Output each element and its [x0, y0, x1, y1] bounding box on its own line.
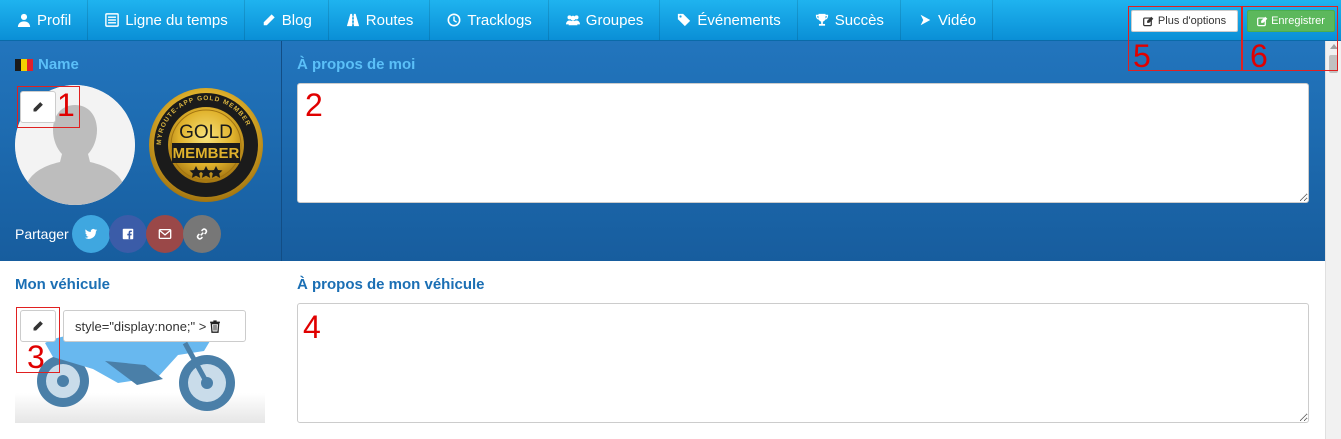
- share-twitter-button[interactable]: [71, 215, 110, 253]
- envelope-icon: [158, 227, 172, 241]
- list-icon: [104, 12, 120, 28]
- annotation-number: 4: [303, 309, 321, 345]
- about-vehicle-textarea[interactable]: [297, 303, 1309, 423]
- profile-name-heading: Name: [15, 56, 79, 73]
- edit-square-icon: [1257, 16, 1268, 27]
- save-button[interactable]: Enregistrer: [1247, 10, 1335, 32]
- pencil-icon: [261, 12, 277, 28]
- annotation-number: 5: [1133, 38, 1151, 74]
- nav-item-blog[interactable]: Blog: [245, 0, 329, 40]
- nav-item-video[interactable]: Vidéo: [901, 0, 994, 40]
- save-label: Enregistrer: [1271, 15, 1325, 27]
- nav-item-label: Tracklogs: [467, 11, 532, 29]
- profile-panel: Name MYROUTE-APP GOLD MEMBER GOLD MEMBER…: [0, 41, 1325, 261]
- annotation-number: 2: [305, 87, 323, 123]
- nav-item-evenements[interactable]: Événements: [660, 0, 798, 40]
- edit-vehicle-button[interactable]: [20, 310, 56, 342]
- nav-item-groupes[interactable]: Groupes: [549, 0, 661, 40]
- nav-item-label: Profil: [37, 11, 72, 29]
- nav-item-profil[interactable]: Profil: [0, 0, 89, 40]
- annotation-number: 1: [57, 87, 75, 123]
- nav-item-label: Vidéo: [937, 11, 977, 29]
- clock-icon: [446, 12, 462, 28]
- facebook-icon: [121, 227, 135, 241]
- nav-item-label: Groupes: [585, 11, 644, 29]
- scrollbar[interactable]: [1325, 41, 1341, 439]
- nav-item-tracklogs[interactable]: Tracklogs: [430, 0, 549, 40]
- gold-member-badge: MYROUTE-APP GOLD MEMBER GOLD MEMBER: [148, 87, 264, 203]
- profile-name: Name: [38, 56, 79, 73]
- vehicle-tag-text: style="display:none;" >: [75, 318, 207, 334]
- share-email-button[interactable]: [145, 215, 184, 253]
- nav-item-label: Blog: [281, 11, 312, 29]
- profile-column: Name MYROUTE-APP GOLD MEMBER GOLD MEMBER…: [0, 41, 282, 261]
- share-link-button[interactable]: [182, 215, 221, 253]
- annotation-number: 3: [27, 339, 45, 375]
- more-options-button[interactable]: Plus d'options: [1131, 10, 1238, 32]
- nav-item-label: Ligne du temps: [125, 11, 228, 29]
- nav-item-succes[interactable]: Succès: [798, 0, 901, 40]
- nav-items: Profil Ligne du temps Blog Routes Trackl…: [0, 0, 994, 40]
- share-facebook-button[interactable]: [108, 215, 147, 253]
- edit-square-icon: [1142, 16, 1154, 27]
- nav-item-routes[interactable]: Routes: [329, 0, 431, 40]
- nav-item-label: Succès: [834, 11, 884, 29]
- nav-item-label: Routes: [365, 11, 414, 29]
- pencil-icon: [32, 101, 44, 113]
- share-row: Partager: [15, 215, 221, 253]
- road-icon: [345, 12, 361, 28]
- about-me-heading: À propos de moi: [297, 56, 416, 73]
- edit-avatar-button[interactable]: [20, 91, 56, 123]
- about-vehicle-heading: À propos de mon véhicule: [297, 276, 485, 293]
- link-icon: [195, 227, 209, 241]
- annotation-number: 6: [1250, 38, 1268, 74]
- twitter-icon: [84, 227, 98, 241]
- top-nav: Profil Ligne du temps Blog Routes Trackl…: [0, 0, 1341, 41]
- group-icon: [565, 12, 581, 28]
- scroll-up-arrow-icon[interactable]: [1330, 44, 1338, 49]
- vehicle-heading: Mon véhicule: [15, 276, 111, 293]
- more-options-label: Plus d'options: [1157, 15, 1227, 27]
- nav-item-label: Événements: [697, 11, 781, 29]
- vehicle-tag-button[interactable]: style="display:none;" >: [63, 310, 246, 342]
- trash-icon[interactable]: [209, 319, 221, 333]
- user-icon: [16, 12, 32, 28]
- pencil-icon: [32, 320, 44, 332]
- trophy-icon: [814, 12, 830, 28]
- nav-item-ligne-du-temps[interactable]: Ligne du temps: [88, 0, 245, 40]
- belgium-flag-icon: [15, 58, 33, 71]
- video-icon: [917, 12, 933, 28]
- scroll-thumb[interactable]: [1329, 55, 1338, 73]
- about-me-textarea[interactable]: [297, 83, 1309, 203]
- badge-line2: MEMBER: [173, 145, 240, 162]
- share-label: Partager: [15, 226, 69, 242]
- tag-icon: [676, 12, 692, 28]
- badge-line1: GOLD: [179, 122, 233, 143]
